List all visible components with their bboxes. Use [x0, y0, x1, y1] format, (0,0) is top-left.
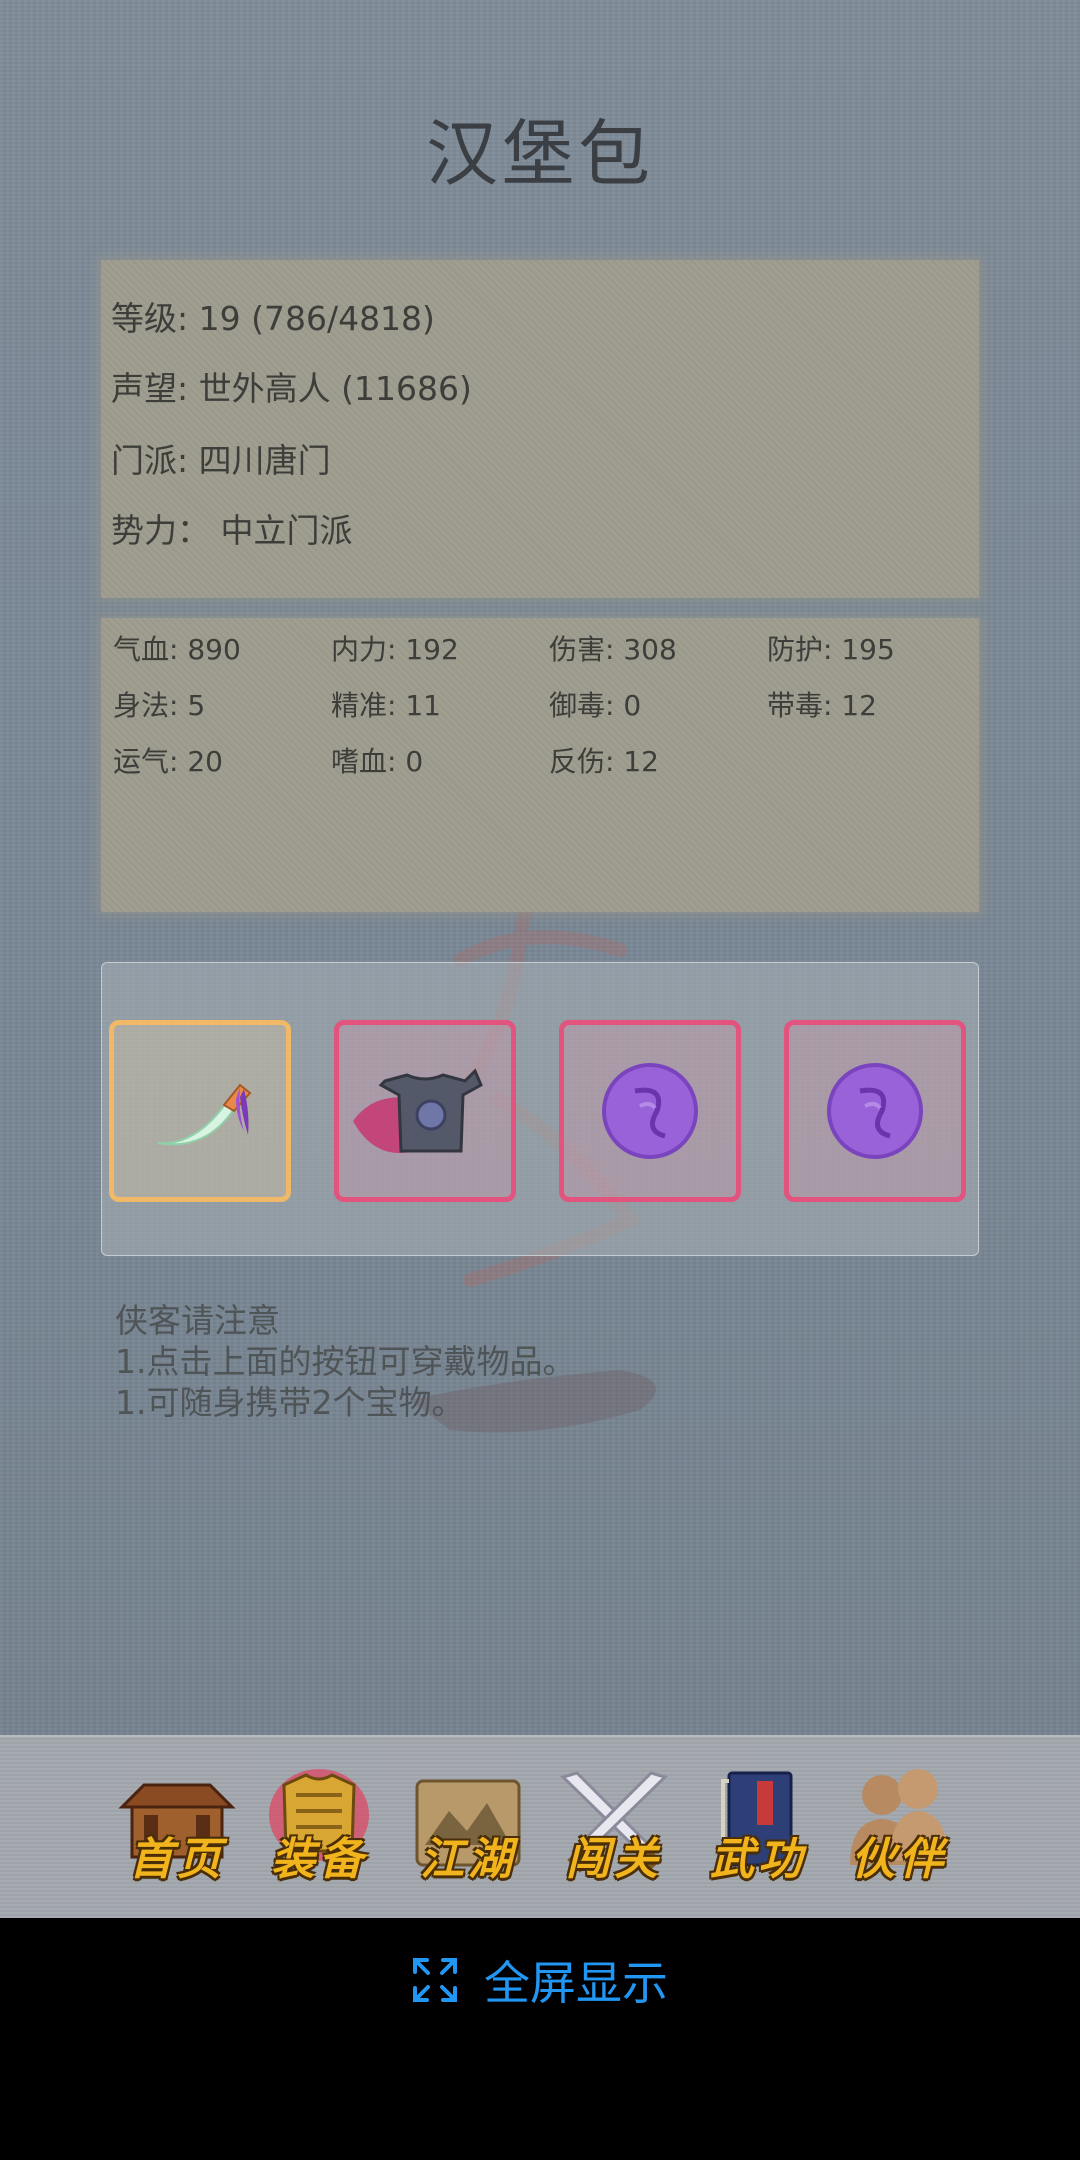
nav-home-label: 首页	[129, 1834, 225, 1885]
fullscreen-button[interactable]: 全屏显示	[0, 1950, 1080, 2010]
stat-bloodthirst: 嗜血: 0	[331, 745, 424, 778]
stat-poison: 带毒: 12	[767, 689, 877, 722]
equipment-bar	[101, 962, 979, 1256]
stat-hp: 气血: 890	[113, 633, 241, 666]
nav-challenge[interactable]: 闯关	[551, 1765, 677, 1891]
notice-title: 侠客请注意	[115, 1301, 280, 1340]
stat-accuracy: 精准: 11	[331, 689, 441, 722]
stats-panel: 气血: 890 内力: 192 伤害: 308 防护: 195 身法: 5 精准…	[101, 618, 979, 912]
level-text: 等级: 19 (786/4818)	[111, 299, 435, 338]
notice-line-2: 1.可随身携带2个宝物。	[115, 1383, 465, 1422]
armor-icon	[353, 1068, 483, 1153]
treasure-orb-icon	[602, 1063, 698, 1159]
nav-equipment-label: 装备	[271, 1834, 367, 1885]
treasure-orb-icon	[827, 1063, 923, 1159]
nav-equipment[interactable]: 装备	[256, 1765, 382, 1891]
equip-slot-treasure-2[interactable]	[784, 1020, 966, 1202]
reputation-text: 声望: 世外高人 (11686)	[111, 369, 472, 408]
stat-inner-power: 内力: 192	[331, 633, 459, 666]
notice-text: 侠客请注意 1.点击上面的按钮可穿戴物品。 1.可随身携带2个宝物。	[115, 1300, 576, 1423]
equip-slot-weapon[interactable]	[109, 1020, 291, 1202]
notice-line-1: 1.点击上面的按钮可穿戴物品。	[115, 1342, 576, 1381]
equip-slot-treasure-1[interactable]	[559, 1020, 741, 1202]
nav-jianghu[interactable]: 江湖	[405, 1765, 531, 1891]
saber-icon	[157, 1083, 252, 1146]
stat-reflect: 反伤: 12	[549, 745, 659, 778]
equip-slot-armor[interactable]	[334, 1020, 516, 1202]
sect-text: 门派: 四川唐门	[111, 441, 331, 480]
nav-home[interactable]: 首页	[114, 1765, 240, 1891]
stat-agility: 身法: 5	[113, 689, 206, 722]
stat-damage: 伤害: 308	[549, 633, 677, 666]
stat-defense: 防护: 195	[767, 633, 895, 666]
page-title: 汉堡包	[425, 112, 654, 196]
faction-text: 势力： 中立门派	[111, 511, 353, 550]
stat-poison-resist: 御毒: 0	[549, 689, 642, 722]
expand-icon	[413, 1958, 457, 2002]
bottom-nav: 首页 装备 江湖 闯关 武功 伙伴	[0, 1735, 1080, 1918]
stat-luck: 运气: 20	[113, 745, 223, 778]
game-screen: 汉堡包 等级: 19 (786/4818) 声望: 世外高人 (11686) 门…	[0, 0, 1080, 1918]
nav-challenge-label: 闯关	[566, 1834, 662, 1885]
nav-companions-label: 伙伴	[851, 1834, 947, 1885]
nav-jianghu-label: 江湖	[420, 1834, 516, 1885]
nav-martial-arts[interactable]: 武功	[695, 1765, 821, 1891]
profile-panel: 等级: 19 (786/4818) 声望: 世外高人 (11686) 门派: 四…	[101, 260, 979, 598]
nav-companions[interactable]: 伙伴	[836, 1765, 962, 1891]
nav-martial-arts-label: 武功	[710, 1834, 806, 1885]
fullscreen-label: 全屏显示	[484, 1956, 668, 2010]
